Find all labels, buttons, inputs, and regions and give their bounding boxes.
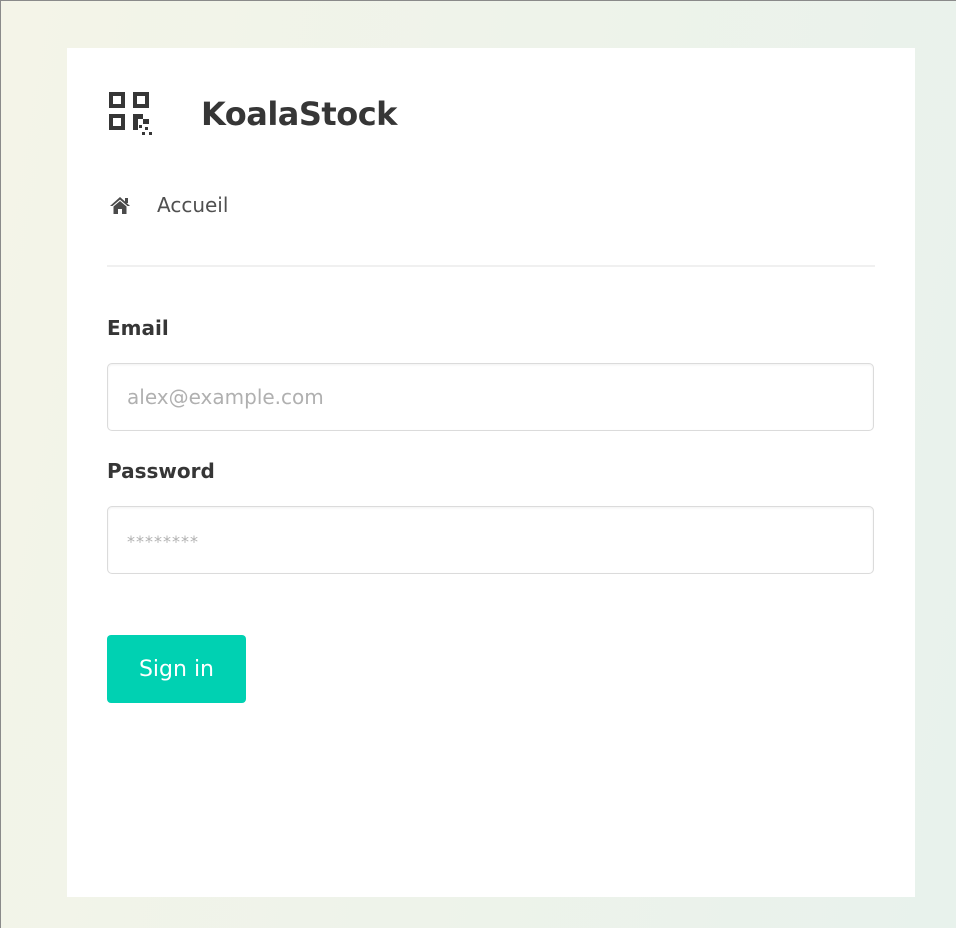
breadcrumb-label: Accueil — [157, 193, 229, 217]
password-label: Password — [107, 459, 215, 483]
divider — [107, 265, 875, 267]
home-icon — [110, 197, 130, 214]
page-background: KoalaStock Accueil Email Password Sign i… — [0, 0, 956, 928]
password-field[interactable] — [107, 506, 874, 574]
email-field[interactable] — [107, 363, 874, 431]
breadcrumb-home[interactable]: Accueil — [109, 190, 228, 220]
brand-name: KoalaStock — [201, 95, 397, 133]
brand: KoalaStock — [109, 92, 397, 136]
email-label: Email — [107, 316, 169, 340]
qrcode-icon — [109, 92, 152, 135]
login-card: KoalaStock Accueil Email Password Sign i… — [67, 48, 915, 897]
sign-in-button[interactable]: Sign in — [107, 635, 246, 703]
